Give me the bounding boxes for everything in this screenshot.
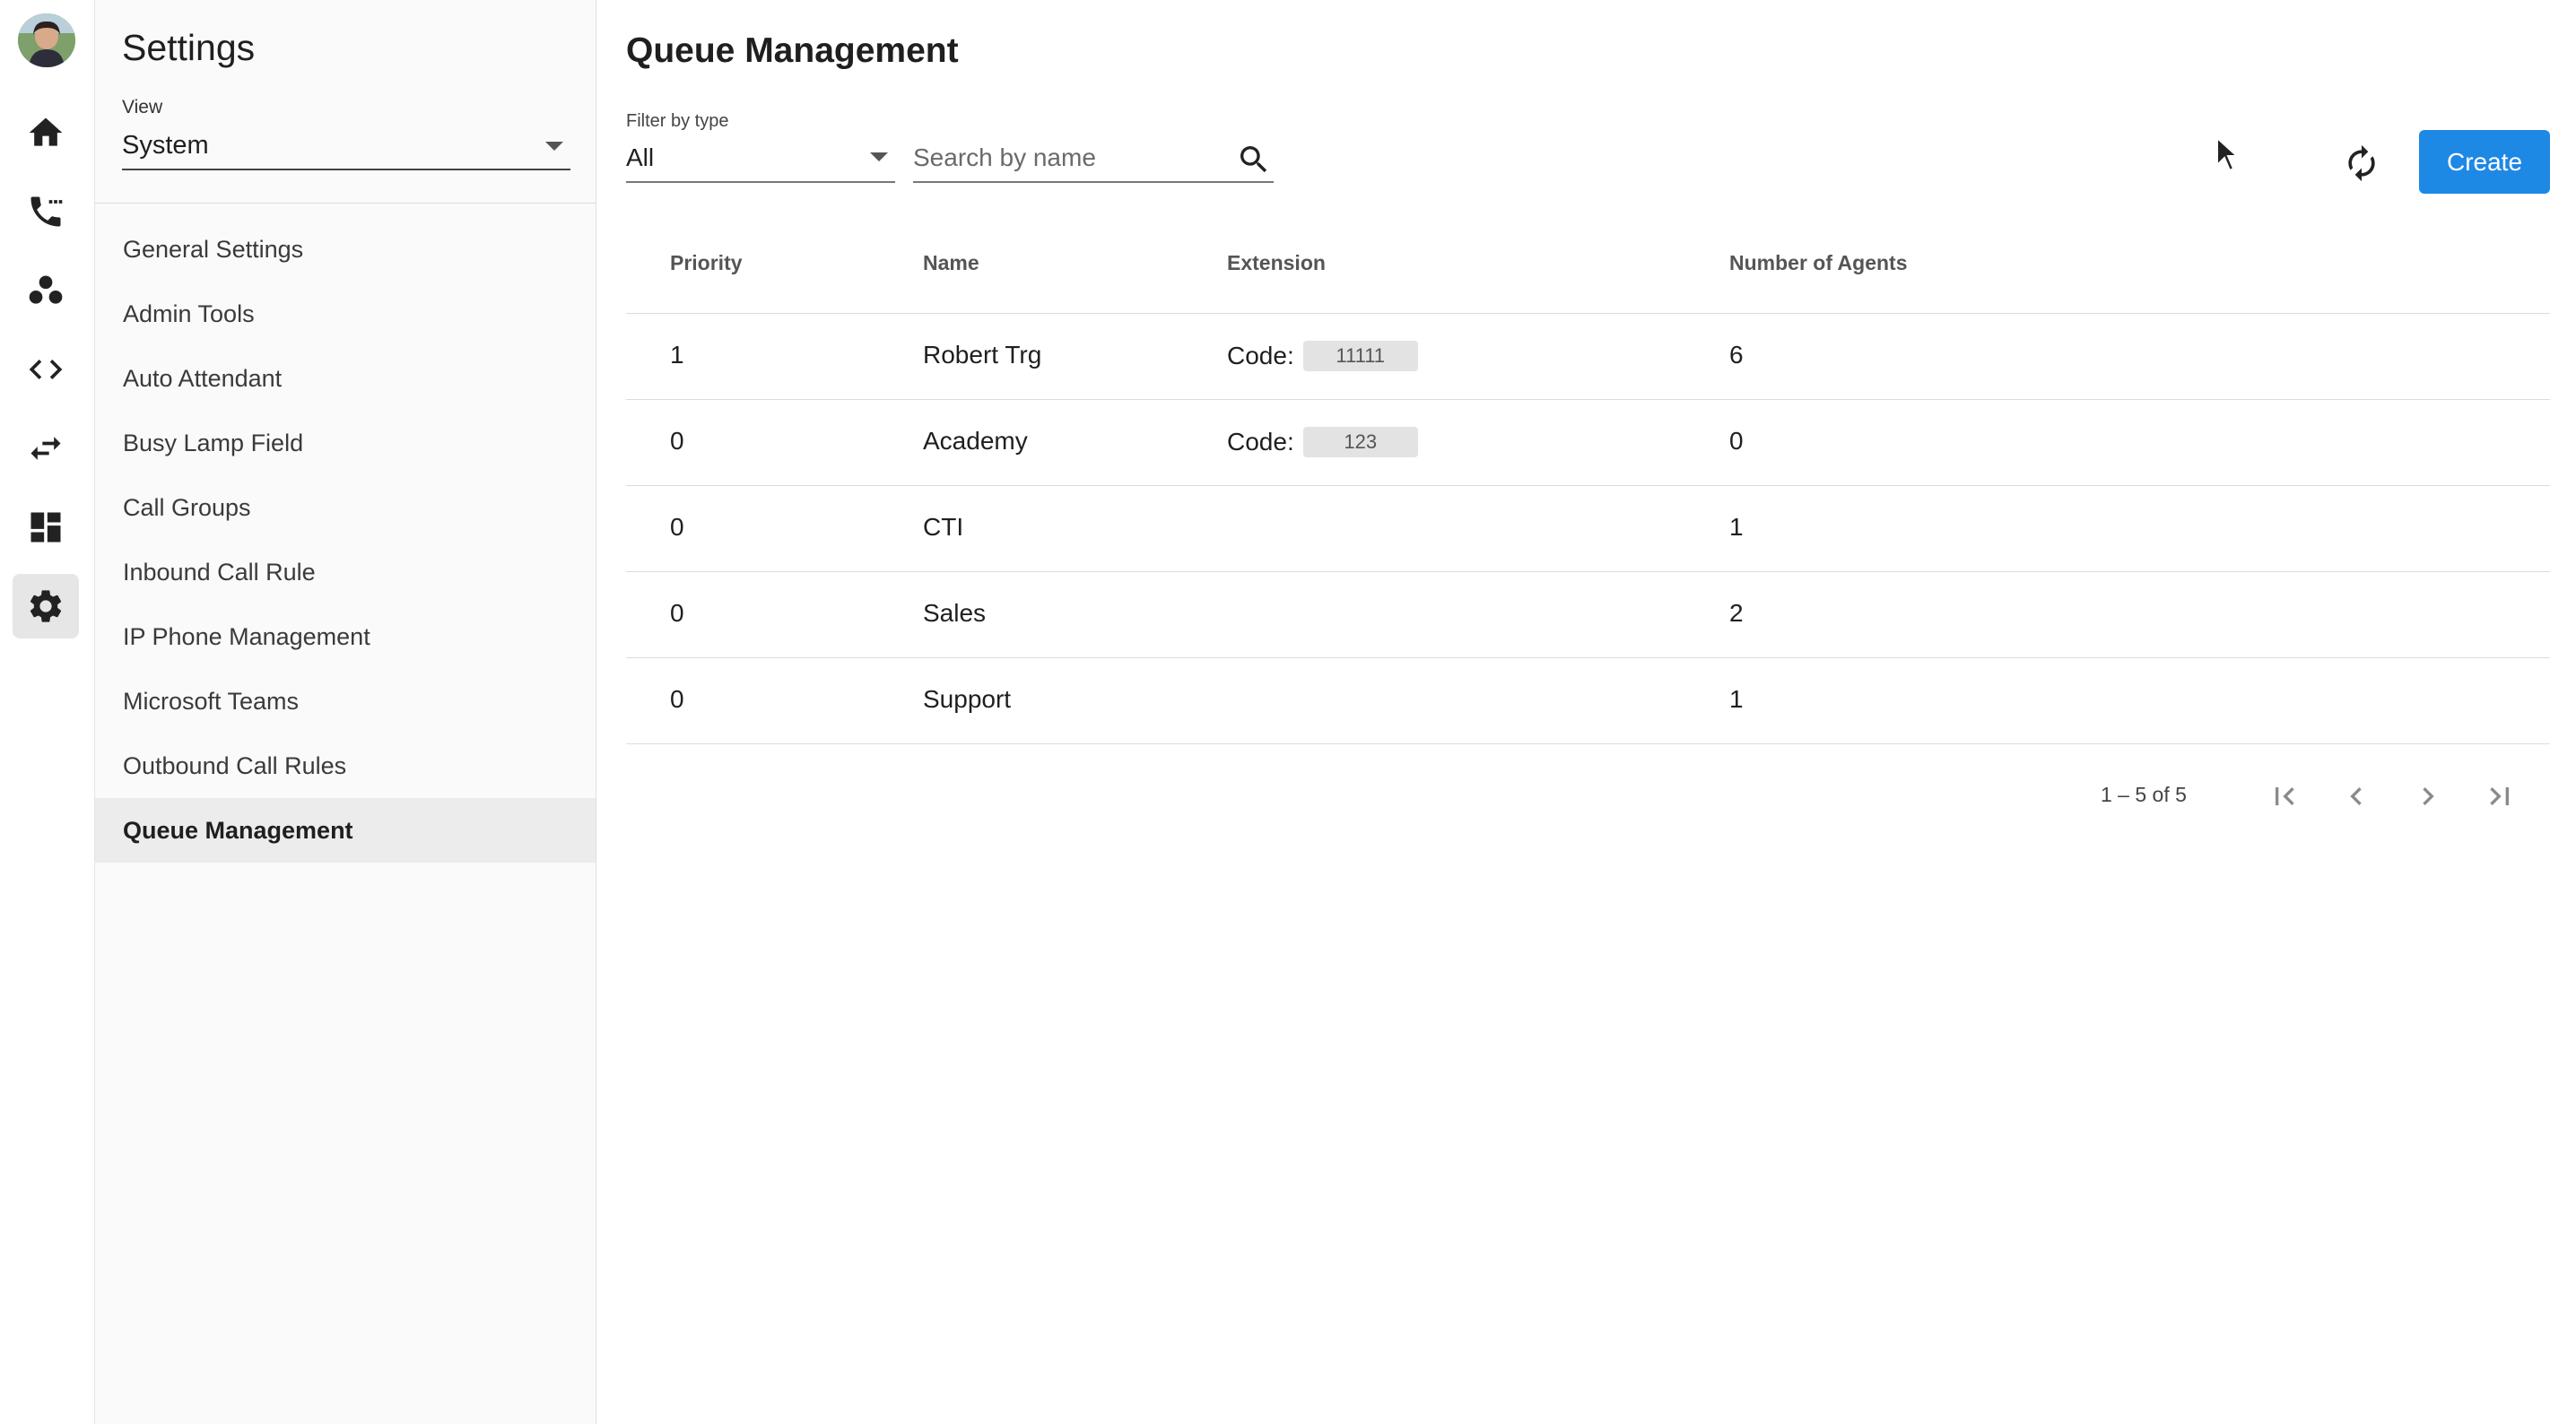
sidebar-item-busy-lamp-field[interactable]: Busy Lamp Field <box>95 411 596 475</box>
last-page-button[interactable] <box>2476 773 2523 820</box>
sidebar-item-call-groups[interactable]: Call Groups <box>95 475 596 540</box>
rail-code-button[interactable] <box>13 337 79 402</box>
refresh-icon <box>2348 144 2375 182</box>
gear-icon <box>30 590 62 622</box>
sidebar-item-ip-phone-management[interactable]: IP Phone Management <box>95 604 596 669</box>
search-box <box>913 138 1274 183</box>
cell-name: Sales <box>923 599 987 627</box>
dashboard-icon <box>30 512 61 543</box>
cell-name: Support <box>923 685 1012 713</box>
cell-priority: 0 <box>670 427 684 455</box>
rail-dashboard-button[interactable] <box>13 495 79 560</box>
cell-extension: Code: 11111 <box>1227 341 1418 371</box>
contacts-icon <box>29 275 63 304</box>
cell-name: Academy <box>923 427 1028 455</box>
rail-settings-button[interactable] <box>13 574 79 638</box>
cell-agents: 1 <box>1729 685 1744 713</box>
previous-page-button[interactable] <box>2333 773 2380 820</box>
cell-name: CTI <box>923 513 964 541</box>
cell-extension: Code: 123 <box>1227 427 1418 457</box>
cell-agents: 0 <box>1729 427 1744 455</box>
queue-table: Priority Name Extension Number of Agents… <box>626 224 2550 744</box>
cell-name: Robert Trg <box>923 341 1042 369</box>
chevron-left-icon <box>2350 787 2362 805</box>
rail-transfer-button[interactable] <box>13 416 79 481</box>
sidebar-title: Settings <box>122 27 256 68</box>
code-label: Code: <box>1227 342 1294 369</box>
table-row[interactable]: 0 CTI 1 <box>626 486 2550 572</box>
home-icon <box>29 117 63 146</box>
cell-agents: 6 <box>1729 341 1744 369</box>
main-content: Queue Management Filter by type All Crea… <box>596 0 2576 1424</box>
cell-priority: 0 <box>670 513 684 541</box>
cell-priority: 0 <box>670 685 684 713</box>
search-input[interactable] <box>913 138 1227 178</box>
view-label: View <box>122 97 163 117</box>
filter-label: Filter by type <box>626 111 729 131</box>
sidebar-item-microsoft-teams[interactable]: Microsoft Teams <box>95 669 596 734</box>
transfer-icon <box>30 437 61 460</box>
phone-icon <box>30 196 63 227</box>
next-page-button[interactable] <box>2405 773 2451 820</box>
filter-type-value: All <box>626 143 655 171</box>
settings-menu: General Settings Admin Tools Auto Attend… <box>95 217 596 863</box>
filter-type-select[interactable]: All <box>626 138 895 183</box>
sidebar-item-general-settings[interactable]: General Settings <box>95 217 596 282</box>
sidebar-item-queue-management[interactable]: Queue Management <box>95 798 596 863</box>
create-button[interactable]: Create <box>2419 130 2550 194</box>
column-header-priority[interactable]: Priority <box>670 251 743 275</box>
column-header-extension[interactable]: Extension <box>1227 251 1326 275</box>
rail-calls-button[interactable] <box>13 179 79 244</box>
cell-priority: 1 <box>670 341 684 369</box>
dropdown-arrow-icon <box>870 152 888 161</box>
first-page-icon <box>2276 787 2294 805</box>
code-label: Code: <box>1227 428 1294 456</box>
sidebar-divider <box>95 203 596 204</box>
table-row[interactable]: 1 Robert Trg Code: 11111 6 <box>626 314 2550 400</box>
chevron-right-icon <box>2423 787 2434 805</box>
pagination-range: 1 – 5 of 5 <box>2101 783 2187 806</box>
first-page-button[interactable] <box>2261 773 2308 820</box>
cell-agents: 1 <box>1729 513 1744 541</box>
sidebar-item-auto-attendant[interactable]: Auto Attendant <box>95 346 596 411</box>
table-row[interactable]: 0 Sales 2 <box>626 572 2550 658</box>
cell-agents: 2 <box>1729 599 1744 627</box>
page-title: Queue Management <box>626 31 959 70</box>
column-header-agents[interactable]: Number of Agents <box>1729 251 1908 275</box>
icon-rail <box>0 0 95 1424</box>
rail-contacts-button[interactable] <box>13 258 79 323</box>
settings-sidebar: Settings View System General Settings Ad… <box>95 0 596 1424</box>
rail-home-button[interactable] <box>13 100 79 165</box>
view-select[interactable]: System <box>122 124 570 170</box>
table-row[interactable]: 0 Support 1 <box>626 658 2550 744</box>
refresh-button[interactable] <box>2337 135 2387 192</box>
table-row[interactable]: 0 Academy Code: 123 0 <box>626 400 2550 486</box>
sidebar-item-inbound-call-rule[interactable]: Inbound Call Rule <box>95 540 596 604</box>
code-icon <box>29 360 63 379</box>
cell-priority: 0 <box>670 599 684 627</box>
avatar-image <box>18 13 75 67</box>
column-header-name[interactable]: Name <box>923 251 979 275</box>
table-header: Priority Name Extension Number of Agents <box>626 224 2550 314</box>
avatar[interactable] <box>18 13 75 67</box>
last-page-icon <box>2490 787 2509 805</box>
search-icon[interactable] <box>1236 142 1272 178</box>
mouse-cursor-icon <box>2216 136 2239 172</box>
code-chip: 123 <box>1302 427 1418 457</box>
dropdown-arrow-icon <box>545 142 563 151</box>
view-select-value: System <box>122 131 209 160</box>
code-chip: 11111 <box>1302 341 1418 371</box>
sidebar-item-outbound-call-rules[interactable]: Outbound Call Rules <box>95 734 596 798</box>
sidebar-item-admin-tools[interactable]: Admin Tools <box>95 282 596 346</box>
